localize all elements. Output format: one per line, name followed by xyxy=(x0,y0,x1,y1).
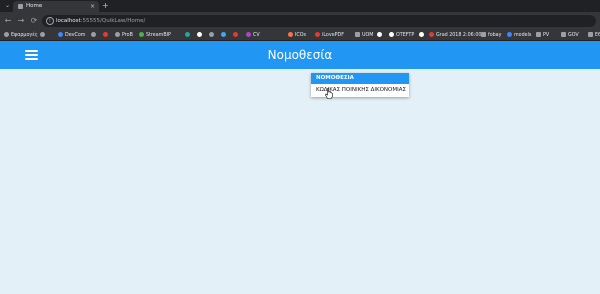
bookmark-item[interactable] xyxy=(103,31,110,40)
bookmark-label: StreamBIP xyxy=(146,33,171,38)
bookmark-item[interactable] xyxy=(419,31,426,40)
forward-arrow-icon[interactable]: → xyxy=(16,15,26,27)
bookmark-label: models xyxy=(514,33,532,38)
bookmarks-bar: Εφαρμογές DevCom ProB StreamBIP CV ICOs iLoveP… xyxy=(0,30,600,41)
bookmark-item[interactable] xyxy=(185,31,192,40)
hand-cursor-icon xyxy=(325,88,333,99)
bookmark-label: DevCom xyxy=(65,33,86,38)
bookmark-item[interactable]: GOV xyxy=(561,31,579,40)
globe-icon xyxy=(91,32,96,37)
bookmark-item[interactable] xyxy=(40,31,47,40)
bookmark-item[interactable]: ICOs xyxy=(288,31,306,40)
bookmark-item[interactable]: OTEFTP xyxy=(389,31,414,40)
bookmark-item[interactable]: CV xyxy=(246,31,260,40)
bookmark-label: Grad 2018 2:06:00 xyxy=(436,33,482,38)
page-favicon-icon xyxy=(18,4,23,9)
site-icon-1 xyxy=(185,32,190,37)
bookmark-item[interactable]: iLovePDF xyxy=(315,31,344,40)
site-icon-3 xyxy=(209,32,214,37)
bookmark-label: PV xyxy=(543,33,550,38)
bookmark-label: ΕΘ xyxy=(595,33,600,38)
bookmark-item[interactable] xyxy=(209,31,216,40)
bookmark-item[interactable] xyxy=(221,31,228,40)
url-text: localhost:55555/QuikLaw/Home/ xyxy=(56,15,145,27)
bookmark-item[interactable]: UOM xyxy=(355,31,373,40)
url-path: :55555/QuikLaw/Home/ xyxy=(80,18,146,24)
bookmark-item[interactable] xyxy=(197,31,204,40)
folder-icon xyxy=(588,32,593,37)
bookmark-item[interactable]: DevCom xyxy=(58,31,85,40)
bookmark-item[interactable]: fobay xyxy=(481,31,501,40)
bookmark-item[interactable] xyxy=(377,31,384,40)
site-icon-4 xyxy=(221,32,226,37)
bookmark-item[interactable]: Εφαρμογές xyxy=(4,31,38,40)
ilovepdf-icon xyxy=(315,32,320,37)
folder-icon xyxy=(561,32,566,37)
devcom-icon xyxy=(58,32,63,37)
bookmark-item[interactable]: StreamBIP xyxy=(139,31,171,40)
wp-icon xyxy=(139,32,144,37)
bookmark-label: fobay xyxy=(488,33,502,38)
hamburger-menu-icon[interactable] xyxy=(25,50,38,60)
ote-icon xyxy=(389,32,394,37)
tab-title: Home xyxy=(26,3,43,9)
browser-toolbar: ← → ⟳ i localhost:55555/QuikLaw/Home/ xyxy=(0,12,600,30)
bookmark-item[interactable]: ΕΘ xyxy=(588,31,600,40)
grid-icon xyxy=(40,32,45,37)
page-title: Νομοθεσία xyxy=(267,48,333,62)
tab-search-icon[interactable]: ⌄ xyxy=(3,1,12,10)
bookmark-item[interactable] xyxy=(233,31,240,40)
browser-tab-strip: ⌄ Home × + xyxy=(0,0,600,12)
bookmark-label: iLovePDF xyxy=(322,33,344,38)
dropdown-header: ΝΟΜΟΘΕΣΙΑ xyxy=(311,73,409,84)
models-icon xyxy=(507,32,512,37)
address-bar[interactable]: i localhost:55555/QuikLaw/Home/ xyxy=(42,15,596,27)
browser-tab-home[interactable]: Home × xyxy=(13,1,99,12)
bookmark-item[interactable]: ProB xyxy=(115,31,133,40)
bookmark-label: UOM xyxy=(362,33,374,38)
bookmark-label: ICOs xyxy=(295,33,307,38)
reload-icon[interactable]: ⟳ xyxy=(29,15,39,27)
bookmark-label: ProB xyxy=(122,33,133,38)
main-content xyxy=(0,69,600,294)
bookmark-label: CV xyxy=(253,33,260,38)
bookmark-label: OTEFTP xyxy=(396,33,415,38)
cv-icon xyxy=(246,32,251,37)
folder-icon xyxy=(355,32,360,37)
bookmark-item[interactable] xyxy=(91,31,98,40)
github-icon xyxy=(419,32,424,37)
youtube-icon xyxy=(429,32,434,37)
app-header: Νομοθεσία xyxy=(0,41,600,69)
bookmark-item[interactable]: models xyxy=(507,31,531,40)
folder-icon xyxy=(536,32,541,37)
new-tab-button[interactable]: + xyxy=(102,1,109,11)
icos-icon xyxy=(288,32,293,37)
back-arrow-icon[interactable]: ← xyxy=(3,15,13,27)
apps-grid-icon xyxy=(4,32,9,37)
site-icon-5 xyxy=(233,32,238,37)
url-host: localhost xyxy=(56,18,81,24)
bookmark-item[interactable]: Grad 2018 2:06:00 xyxy=(429,31,481,40)
folder-icon xyxy=(481,32,486,37)
site-icon-2 xyxy=(197,32,202,37)
square-icon xyxy=(377,32,382,37)
bookmark-item[interactable]: PV xyxy=(536,31,549,40)
bookmark-label: Εφαρμογές xyxy=(11,33,38,38)
tab-close-icon[interactable]: × xyxy=(90,2,95,11)
prob-icon xyxy=(115,32,120,37)
red-icon xyxy=(103,32,108,37)
site-info-icon[interactable]: i xyxy=(46,17,54,25)
bookmark-label: GOV xyxy=(568,33,579,38)
